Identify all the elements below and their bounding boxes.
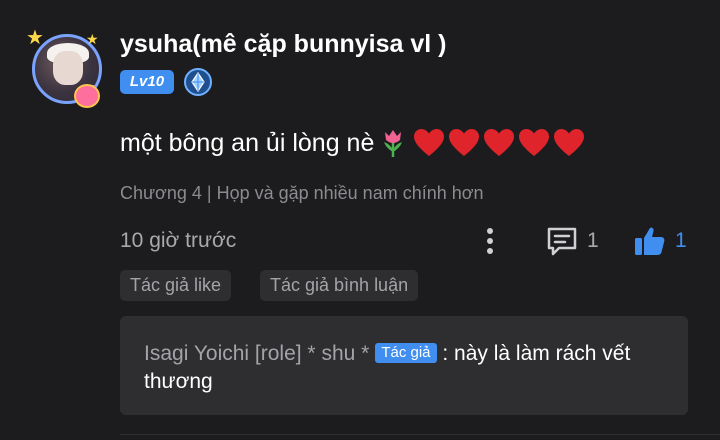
avatar-star-icon: ★ [86,31,99,47]
avatar-face-shape [53,51,83,85]
heart-icon [414,129,445,156]
author-comment-tag: Tác giả bình luận [260,270,419,301]
comment-body: một bông an ủi lòng nè [120,128,585,158]
heart-icon [449,129,480,156]
heart-icon [484,129,515,156]
timestamp: 10 giờ trước [120,229,237,252]
divider [120,434,720,435]
level-badge: Lv10 [120,70,174,94]
like-button[interactable]: 1 [633,224,687,258]
username[interactable]: ysuha(mê cặp bunnyisa vl ) [120,30,447,59]
avatar-balloon-decoration [74,84,100,108]
heart-icon [519,129,550,156]
avatar[interactable]: ★ ★ [26,28,106,110]
author-badge: Tác giả [375,343,437,363]
diamond-rank-icon [184,68,212,96]
chapter-link[interactable]: Chương 4 | Họp và gặp nhiều nam chính hơ… [120,183,484,204]
tulip-icon [384,130,403,157]
avatar-star-icon: ★ [26,27,44,49]
author-reply[interactable]: Isagi Yoichi [role] * shu * Tác giả : này… [120,316,688,415]
comment-icon [547,227,577,256]
emoji-row [380,128,585,158]
more-options-icon[interactable] [480,226,500,256]
author-like-tag: Tác giả like [120,270,232,301]
reply-count: 1 [587,229,599,252]
reply-author-name[interactable]: Isagi Yoichi [role] * shu * [144,342,369,365]
reply-button[interactable]: 1 [545,224,599,258]
thumbs-up-icon [635,227,665,255]
comment-text: một bông an ủi lòng nè [120,128,375,157]
reply-separator: : [436,342,455,365]
heart-icon [554,129,585,156]
like-count: 1 [675,229,687,252]
